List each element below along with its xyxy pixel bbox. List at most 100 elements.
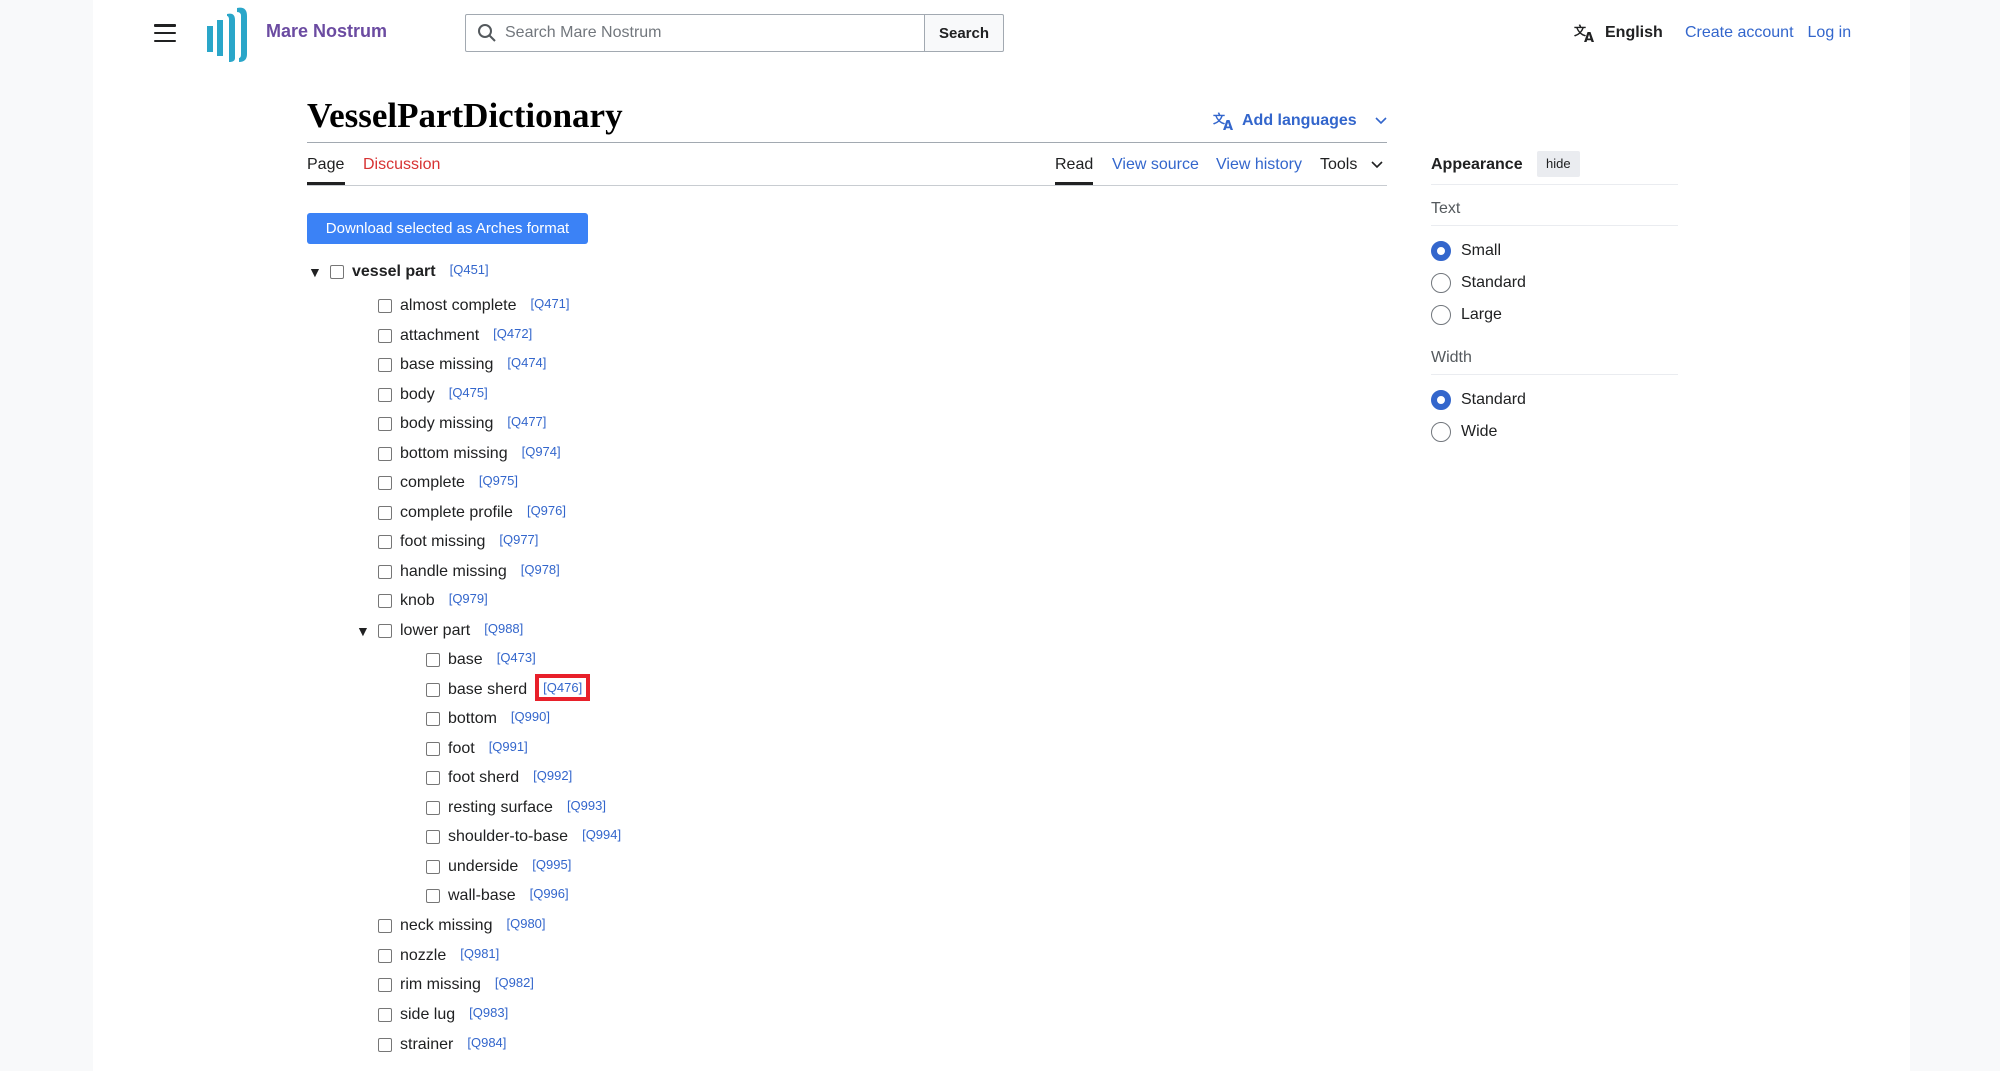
tree-checkbox[interactable] <box>378 447 392 461</box>
tree-checkbox[interactable] <box>378 624 392 638</box>
width-standard-option[interactable]: Standard <box>1431 390 1526 410</box>
tree-item: complete [Q975] <box>378 472 518 494</box>
text-size-standard-radio[interactable] <box>1431 273 1451 293</box>
tree-item-qid-link[interactable]: [Q993] <box>567 798 606 813</box>
tree-item-qid-link[interactable]: [Q991] <box>489 739 528 754</box>
tree-checkbox[interactable] <box>330 265 344 279</box>
tree-item-qid-link[interactable]: [Q982] <box>495 975 534 990</box>
tree-checkbox[interactable] <box>378 506 392 520</box>
tree-item: bottom missing [Q974] <box>378 443 561 465</box>
create-account-link[interactable]: Create account <box>1685 24 1794 41</box>
svg-text:A: A <box>1223 119 1233 132</box>
text-size-large-radio[interactable] <box>1431 305 1451 325</box>
tree-item-qid-link[interactable]: [Q977] <box>499 532 538 547</box>
search-button[interactable]: Search <box>924 14 1004 52</box>
tree-checkbox[interactable] <box>426 889 440 903</box>
tree-checkbox[interactable] <box>378 299 392 313</box>
tree-item-qid-link[interactable]: [Q475] <box>449 385 488 400</box>
tree-item-qid-link[interactable]: [Q975] <box>479 473 518 488</box>
tree-item-qid-link[interactable]: [Q988] <box>484 621 523 636</box>
triangle-down-icon[interactable]: ▼ <box>356 623 370 639</box>
tree-item-qid-link[interactable]: [Q996] <box>530 886 569 901</box>
tree-checkbox[interactable] <box>378 949 392 963</box>
text-size-small-radio[interactable] <box>1431 241 1451 261</box>
tree-item-qid-link[interactable]: [Q981] <box>460 946 499 961</box>
tree-item: wall-base [Q996] <box>426 885 569 907</box>
tree-checkbox[interactable] <box>426 771 440 785</box>
tree-checkbox[interactable] <box>426 742 440 756</box>
tree-item-qid-link[interactable]: [Q995] <box>532 857 571 872</box>
tree-item-qid-link[interactable]: [Q980] <box>506 916 545 931</box>
tree-checkbox[interactable] <box>378 1038 392 1052</box>
tree-item-label: strainer <box>400 1036 454 1053</box>
tree-item-qid-link[interactable]: [Q983] <box>469 1005 508 1020</box>
appearance-hide-button[interactable]: hide <box>1537 151 1580 177</box>
tree-checkbox[interactable] <box>378 535 392 549</box>
tree-item-qid-link[interactable]: [Q994] <box>582 827 621 842</box>
hamburger-menu-icon[interactable] <box>154 22 176 44</box>
tree-item-qid-link[interactable]: [Q976] <box>527 503 566 518</box>
download-arches-button[interactable]: Download selected as Arches format <box>307 213 588 244</box>
tab-tools[interactable]: Tools <box>1320 156 1383 174</box>
triangle-down-icon[interactable]: ▼ <box>308 264 322 280</box>
tree-item-qid-link[interactable]: [Q990] <box>511 709 550 724</box>
search-input[interactable] <box>505 24 905 42</box>
tree-checkbox[interactable] <box>426 830 440 844</box>
tree-item-qid-link[interactable]: [Q451] <box>450 262 489 277</box>
tree-checkbox[interactable] <box>426 683 440 697</box>
tree-item-qid-link[interactable]: [Q978] <box>521 562 560 577</box>
add-languages-button[interactable]: 文 A Add languages <box>1212 110 1387 132</box>
mare-nostrum-logo-icon[interactable] <box>203 4 249 62</box>
tree-checkbox[interactable] <box>378 329 392 343</box>
site-name[interactable]: Mare Nostrum <box>266 21 387 42</box>
log-in-link[interactable]: Log in <box>1808 24 1852 41</box>
tree-item-qid-link[interactable]: [Q473] <box>497 650 536 665</box>
width-wide-label: Wide <box>1461 423 1498 440</box>
text-size-small-option[interactable]: Small <box>1431 241 1501 261</box>
language-switcher[interactable]: 文 A English <box>1573 22 1663 44</box>
width-wide-option[interactable]: Wide <box>1431 422 1497 442</box>
tree-checkbox[interactable] <box>378 476 392 490</box>
tree-checkbox[interactable] <box>426 712 440 726</box>
tree-item-label: nozzle <box>400 947 447 964</box>
tab-page[interactable]: Page <box>307 156 344 174</box>
tree-checkbox[interactable] <box>378 358 392 372</box>
tree-item-qid-link[interactable]: [Q974] <box>522 444 561 459</box>
tree-checkbox[interactable] <box>426 801 440 815</box>
search-box[interactable] <box>465 14 925 52</box>
tree-item-qid-link[interactable]: [Q474] <box>507 355 546 370</box>
page-title: VesselPartDictionary <box>307 96 623 135</box>
tree-item-label: body missing <box>400 415 494 432</box>
title-divider <box>307 142 1387 143</box>
tree-item-qid-link[interactable]: [Q471] <box>531 296 570 311</box>
translate-icon: 文 A <box>1213 111 1233 132</box>
tree-checkbox[interactable] <box>426 653 440 667</box>
tree-item-qid-link-highlighted[interactable]: [Q476] <box>535 673 591 701</box>
tree-item: neck missing [Q980] <box>378 915 546 937</box>
tab-read[interactable]: Read <box>1055 156 1093 174</box>
width-standard-radio[interactable] <box>1431 390 1451 410</box>
tab-view-source[interactable]: View source <box>1112 156 1199 174</box>
tree-item-label: lower part <box>400 622 471 639</box>
tab-view-history[interactable]: View history <box>1216 156 1302 174</box>
tree-item-qid-link[interactable]: [Q472] <box>493 326 532 341</box>
tree-item-qid-link[interactable]: [Q984] <box>467 1035 506 1050</box>
tree-checkbox[interactable] <box>378 388 392 402</box>
tree-checkbox[interactable] <box>378 594 392 608</box>
tree-item: body [Q475] <box>378 384 488 406</box>
tree-item-label: rim missing <box>400 976 481 993</box>
width-wide-radio[interactable] <box>1431 422 1451 442</box>
tree-checkbox[interactable] <box>378 978 392 992</box>
tree-item-qid-link[interactable]: [Q979] <box>449 591 488 606</box>
text-size-large-option[interactable]: Large <box>1431 305 1502 325</box>
tree-item-qid-link[interactable]: [Q477] <box>507 414 546 429</box>
tree-item-qid-link[interactable]: [Q992] <box>533 768 572 783</box>
text-size-standard-option[interactable]: Standard <box>1431 273 1526 293</box>
tree-item-label: base sherd <box>448 681 528 698</box>
tab-discussion[interactable]: Discussion <box>363 156 440 174</box>
tree-checkbox[interactable] <box>378 565 392 579</box>
tree-checkbox[interactable] <box>378 417 392 431</box>
tree-checkbox[interactable] <box>426 860 440 874</box>
tree-checkbox[interactable] <box>378 919 392 933</box>
tree-checkbox[interactable] <box>378 1008 392 1022</box>
